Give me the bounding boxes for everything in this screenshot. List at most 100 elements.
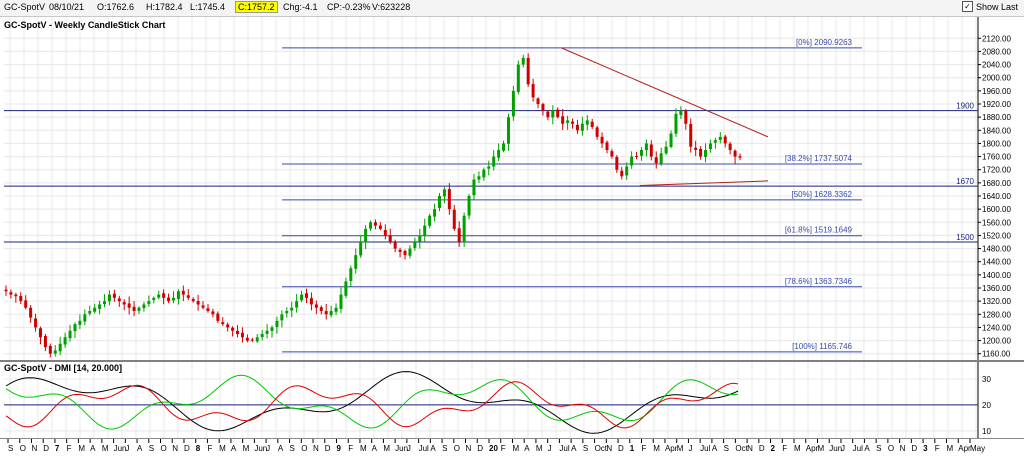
y-tick-label: 2000.00: [982, 74, 1011, 83]
x-tick-label: M: [78, 444, 85, 453]
candle-body: [127, 303, 131, 308]
candle-body: [728, 143, 732, 150]
candle-body: [541, 104, 545, 111]
candle-body: [413, 242, 417, 248]
x-axis-svg: S O N D 7 F M A M JunJ A S O N D 8 F M A M JunJ A S O N D 9 F M A M Jun…: [7, 439, 985, 453]
candle-body: [526, 57, 530, 85]
candle-body: [447, 189, 451, 210]
candle-body: [152, 297, 156, 300]
y-tick-label: 1880.00: [982, 113, 1011, 122]
candle-body: [492, 156, 496, 167]
candle-body: [167, 297, 171, 302]
change-label: Chg:-4.1: [283, 2, 318, 12]
x-tick-label: S: [724, 444, 729, 453]
y-tick-label: 1720.00: [982, 166, 1011, 175]
change-percent-label: CP:-0.23%: [327, 2, 371, 12]
candle-body: [600, 136, 604, 144]
x-tick-label: D: [184, 444, 190, 453]
candle-body: [176, 291, 180, 300]
x-tick-label: Jul: [700, 444, 710, 453]
y-tick-label: 1600.00: [982, 205, 1011, 214]
x-tick-label: N: [172, 444, 178, 453]
x-tick-label: F: [782, 444, 787, 453]
candle-body: [669, 133, 673, 147]
y-tick-label: 1960.00: [982, 87, 1011, 96]
x-tick-label: M: [102, 444, 109, 453]
candle-body: [556, 109, 560, 118]
candle-body: [423, 225, 427, 236]
candle-body: [585, 120, 589, 125]
candle-body: [270, 327, 274, 331]
candle-body: [373, 222, 377, 226]
candle-body: [708, 143, 712, 150]
show-last-toggle[interactable]: ✓ Show Last: [961, 1, 1018, 12]
candle-body: [694, 147, 698, 150]
candle-body: [117, 298, 121, 302]
candle-body: [442, 189, 446, 197]
candle-body: [147, 301, 151, 304]
fib-label: [78.6%] 1363.7346: [785, 277, 853, 286]
candle-body: [181, 290, 185, 295]
x-tick-label: J: [266, 444, 270, 453]
x-tick-label: O: [301, 444, 307, 453]
candle-body: [48, 345, 52, 354]
y-tick-label: 1520.00: [982, 231, 1011, 240]
x-tick-label: M: [219, 444, 226, 453]
candle-body: [186, 295, 190, 298]
x-tick-label: Jul: [559, 444, 569, 453]
x-tick-label: A: [571, 444, 577, 453]
candle-body: [605, 142, 609, 150]
x-tick-label: S: [290, 444, 295, 453]
x-tick-label: S: [583, 444, 588, 453]
candle-body: [275, 320, 279, 328]
x-tick-label: F: [67, 444, 72, 453]
x-tick-label: J: [841, 444, 845, 453]
candle-body: [635, 155, 639, 157]
x-tick-label: N: [747, 444, 753, 453]
y-tick-label: 2080.00: [982, 47, 1011, 56]
candle-body: [221, 322, 225, 325]
x-tick-label: M: [677, 444, 684, 453]
x-tick-label: O: [454, 444, 460, 453]
candle-body: [659, 153, 663, 164]
date-label: 08/10/21: [49, 2, 85, 12]
y-tick-label: 1240.00: [982, 323, 1011, 332]
show-last-checkbox[interactable]: ✓: [961, 1, 973, 12]
x-tick-label: O: [888, 444, 894, 453]
y-tick-label: 1760.00: [982, 153, 1011, 162]
candle-body: [516, 64, 520, 93]
x-tick-label: J: [688, 444, 692, 453]
y-tick-label: 1480.00: [982, 245, 1011, 254]
candle-body: [733, 150, 737, 157]
candle-body: [383, 230, 387, 236]
y-tick-label: 1920.00: [982, 100, 1011, 109]
candle-body: [378, 225, 382, 229]
candle-body: [157, 294, 161, 298]
candle-body: [285, 311, 289, 314]
x-tick-label: A: [90, 444, 96, 453]
x-tick-label: F: [207, 444, 212, 453]
x-tick-label: N: [900, 444, 906, 453]
candle-body: [452, 209, 456, 229]
candle-body: [324, 311, 328, 315]
x-tick-label: A: [524, 444, 530, 453]
candle-body: [595, 127, 599, 137]
candle-body: [704, 150, 708, 157]
candle-body: [280, 314, 284, 321]
y-tick-label: 1400.00: [982, 271, 1011, 280]
candle-body: [630, 156, 634, 166]
x-tick-label: S: [876, 444, 881, 453]
x-tick-label: Jul: [853, 444, 863, 453]
candle-body: [295, 301, 299, 308]
fib-label: [38.2%] 1737.5074: [785, 154, 853, 163]
candle-body: [103, 301, 107, 305]
y-tick-label: 2040.00: [982, 61, 1011, 70]
adx-line: [5, 371, 739, 434]
candle-body: [580, 123, 584, 131]
plus-di-line: [5, 374, 739, 430]
candle-body: [137, 307, 141, 311]
candle-body: [354, 255, 358, 269]
y-tick-label: 1560.00: [982, 218, 1011, 227]
candle-body: [206, 308, 210, 311]
toolbar: GC-SpotV 08/10/21 O:1762.6 H:1782.4 L:17…: [0, 0, 1024, 17]
